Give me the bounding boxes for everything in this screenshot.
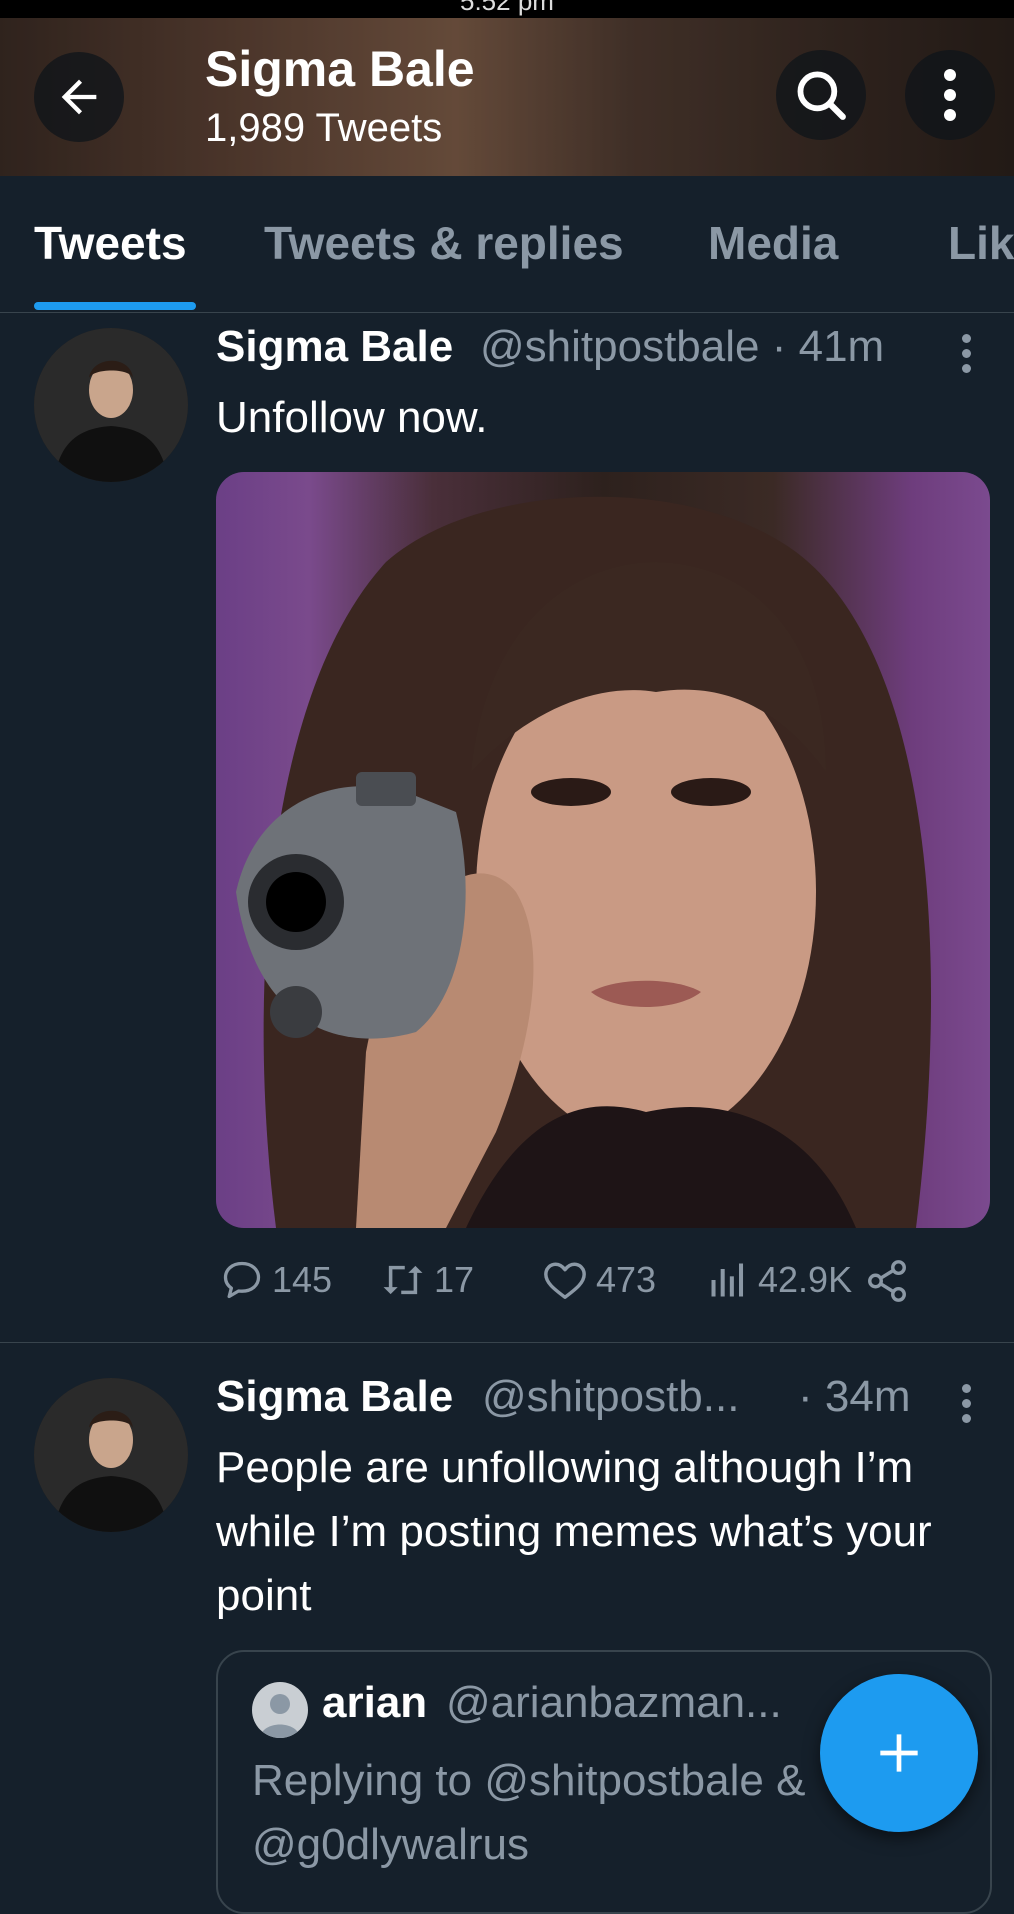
profile-tabs: Tweets Tweets & replies Media Lik bbox=[0, 176, 1014, 313]
retweet-button[interactable]: 17 bbox=[380, 1258, 474, 1302]
quote-replying-to: Replying to @shitpostbale & bbox=[252, 1756, 806, 1805]
tweet-text: People are unfollowing although I’m whil… bbox=[216, 1443, 932, 1620]
quote-replying-to-2: @g0dlywalrus bbox=[252, 1820, 529, 1869]
search-button[interactable] bbox=[776, 50, 866, 140]
tweet-more-button[interactable] bbox=[962, 334, 974, 379]
view-count: 42.9K bbox=[758, 1259, 853, 1300]
more-vertical-icon bbox=[944, 69, 956, 121]
share-icon bbox=[868, 1260, 906, 1302]
tab-tweets[interactable]: Tweets bbox=[34, 216, 187, 270]
avatar[interactable] bbox=[34, 328, 188, 482]
header-tweet-count: 1,989 Tweets bbox=[205, 106, 443, 150]
search-icon bbox=[797, 71, 846, 120]
reply-count: 145 bbox=[272, 1259, 333, 1300]
tab-likes[interactable]: Lik bbox=[948, 216, 1014, 270]
quote-author-handle: @arianbazman... bbox=[446, 1678, 782, 1727]
plus-icon bbox=[880, 1734, 918, 1772]
tweet-media-image[interactable] bbox=[216, 472, 990, 1228]
comment-icon bbox=[223, 1261, 261, 1299]
tweet-more-button[interactable] bbox=[962, 1384, 974, 1429]
tweet-author-name[interactable]: Sigma Bale bbox=[216, 1372, 453, 1422]
tweet-actions: 145 17 473 42.9K bbox=[220, 1258, 1000, 1314]
tweet-divider bbox=[0, 1342, 1014, 1343]
tweet-author-name[interactable]: Sigma Bale bbox=[216, 322, 453, 372]
quote-avatar bbox=[252, 1682, 308, 1738]
reply-button[interactable]: 145 bbox=[220, 1258, 332, 1302]
tweet-time: · 34m bbox=[798, 1372, 911, 1421]
tweet-meta: @shitpostbale · 41m bbox=[480, 322, 885, 371]
back-button[interactable] bbox=[34, 52, 124, 142]
compose-tweet-button[interactable] bbox=[820, 1674, 978, 1832]
share-button[interactable] bbox=[864, 1258, 910, 1304]
status-bar: 5:52 pm bbox=[0, 0, 1014, 18]
arrow-left-icon bbox=[61, 79, 97, 115]
heart-icon bbox=[544, 1262, 586, 1299]
retweet-icon bbox=[383, 1265, 423, 1295]
profile-header: Sigma Bale 1,989 Tweets bbox=[0, 18, 1014, 176]
views-button[interactable]: 42.9K bbox=[706, 1258, 852, 1302]
avatar[interactable] bbox=[34, 1378, 188, 1532]
like-button[interactable]: 473 bbox=[542, 1258, 656, 1302]
quote-author-name: arian bbox=[322, 1678, 428, 1727]
default-avatar-icon bbox=[260, 1694, 300, 1738]
tweet-text: Unfollow now. bbox=[216, 393, 488, 442]
retweet-count: 17 bbox=[434, 1259, 475, 1300]
bar-chart-icon bbox=[711, 1263, 744, 1297]
more-options-button[interactable] bbox=[905, 50, 995, 140]
avatar-portrait bbox=[34, 1378, 188, 1532]
tab-tweets-and-replies[interactable]: Tweets & replies bbox=[264, 216, 624, 270]
tab-media[interactable]: Media bbox=[708, 216, 838, 270]
tweet-handle: @shitpostb... bbox=[482, 1372, 740, 1421]
status-time: 5:52 pm bbox=[460, 0, 554, 16]
active-tab-indicator bbox=[34, 302, 196, 310]
meme-image bbox=[236, 496, 931, 1228]
like-count: 473 bbox=[596, 1259, 657, 1300]
header-title: Sigma Bale bbox=[205, 41, 475, 97]
avatar-portrait bbox=[34, 328, 188, 482]
